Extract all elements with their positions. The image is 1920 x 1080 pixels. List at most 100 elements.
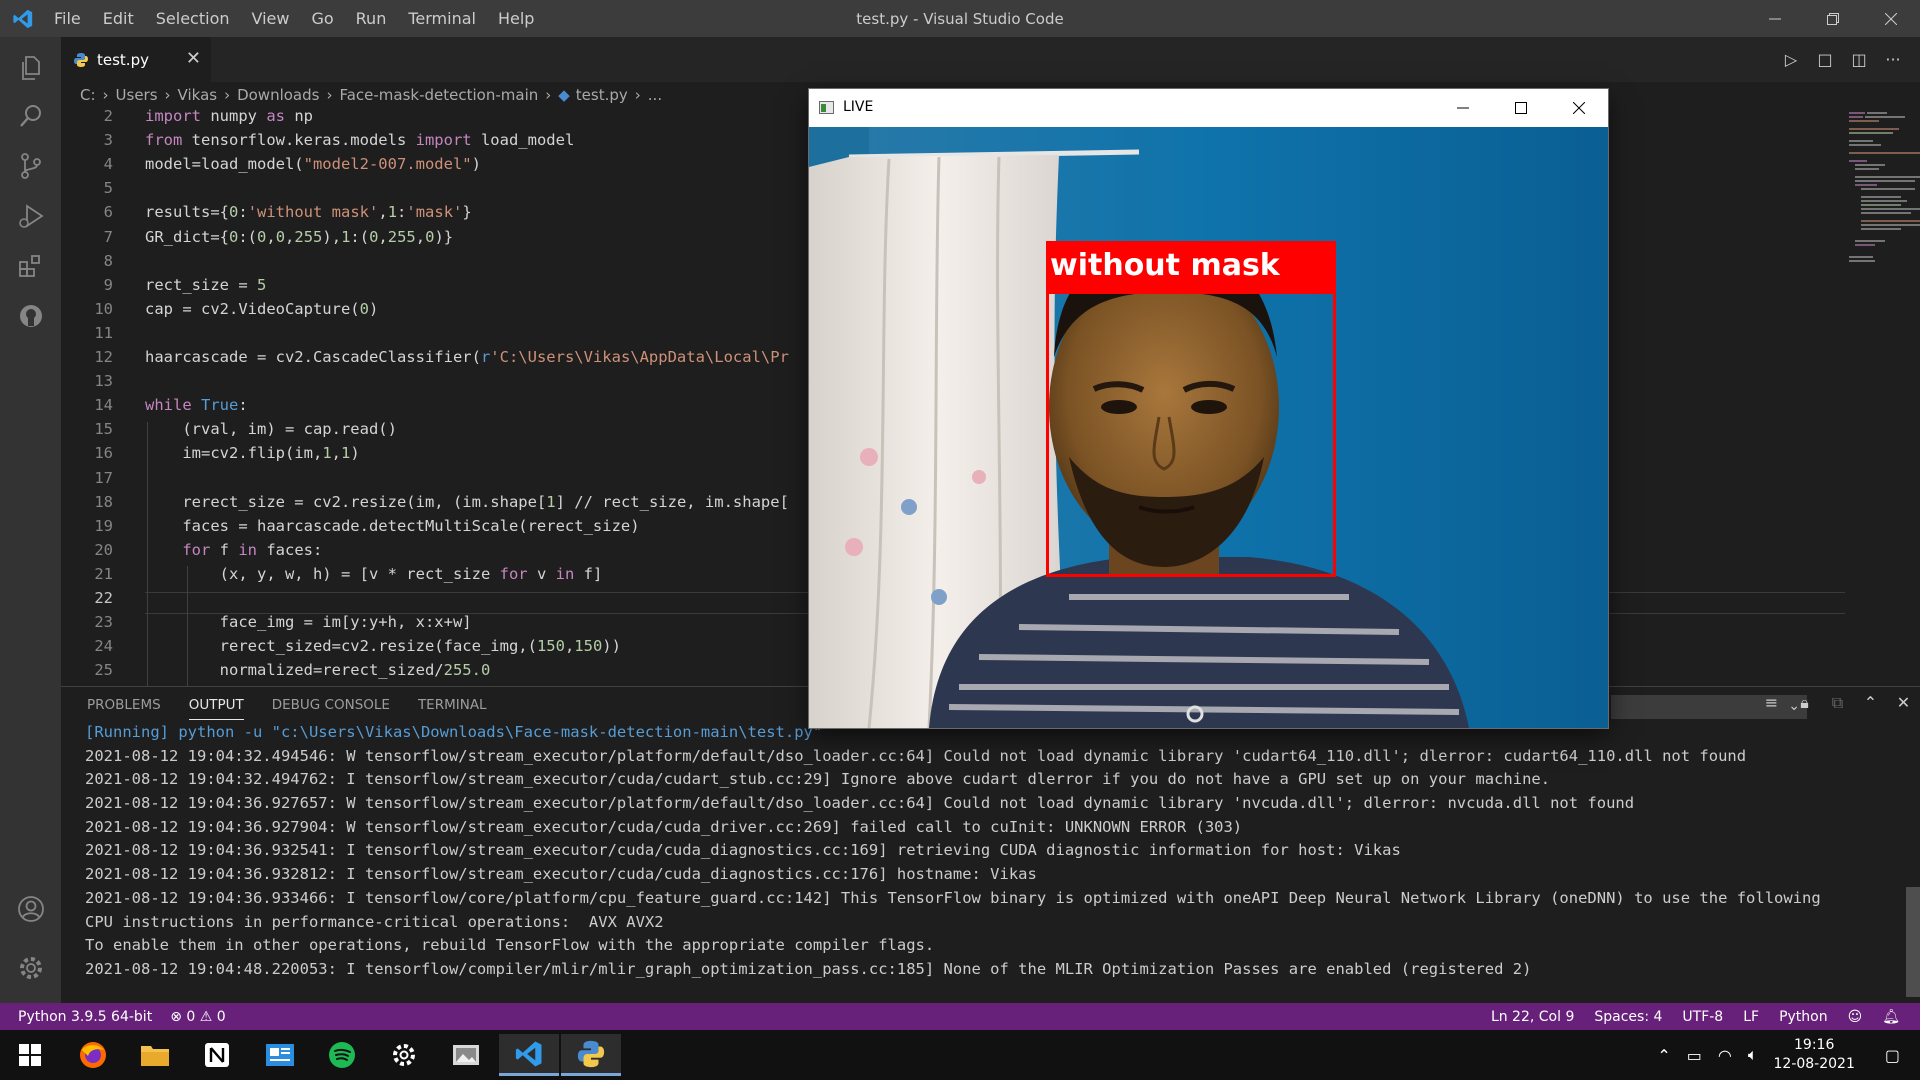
start-windows-icon[interactable] (0, 1034, 60, 1076)
code-token: rect_size = (145, 275, 257, 294)
live-camera-window[interactable]: LIVE without mask (809, 89, 1608, 728)
run-file-icon[interactable]: ▷ (1774, 50, 1808, 69)
menu-selection[interactable]: Selection (156, 9, 230, 28)
code-token: as (266, 107, 285, 125)
output-log[interactable]: [Running] python -u "c:\Users\Vikas\Down… (85, 721, 1915, 982)
wifi-icon[interactable]: ◠ (1718, 1046, 1732, 1065)
battery-icon[interactable]: ▭ (1687, 1046, 1702, 1065)
maximize-panel-icon[interactable]: ⌃ (1854, 693, 1887, 713)
breadcrumb-item[interactable]: test.py (576, 86, 628, 104)
feedback-icon[interactable]: ☺ (1848, 1009, 1863, 1025)
close-icon (1573, 102, 1585, 114)
restore-button[interactable] (1804, 0, 1862, 37)
close-panel-icon[interactable]: ✕ (1887, 693, 1920, 713)
live-minimize-button[interactable] (1434, 89, 1492, 127)
notifications-icon[interactable]: ▢ (1885, 1046, 1900, 1065)
code-token: from (145, 131, 183, 150)
python-interpreter[interactable]: Python 3.9.5 64-bit (18, 1009, 152, 1025)
line-number: 16 (94, 444, 113, 463)
vscode-taskbar-icon[interactable] (499, 1034, 559, 1076)
settings-gear-icon[interactable] (374, 1034, 434, 1076)
github-icon[interactable] (14, 299, 48, 333)
line-number: 10 (94, 299, 113, 318)
split-editor-icon[interactable]: ◫ (1842, 50, 1876, 69)
tab-terminal[interactable]: TERMINAL (418, 697, 487, 720)
breadcrumb: C: › Users › Vikas › Downloads › Face-mask-d… (80, 84, 662, 106)
code-token: , (266, 227, 276, 246)
code-token: : (238, 396, 248, 415)
accounts-icon[interactable] (14, 892, 48, 926)
cursor-position[interactable]: Ln 22, Col 9 (1491, 1009, 1574, 1025)
code-text: rerect_size = cv2.resize(im, (im.shape[1… (145, 490, 789, 514)
clear-output-icon[interactable]: ≡ (1755, 693, 1788, 713)
window-app-icon (819, 101, 834, 114)
live-maximize-button[interactable] (1492, 89, 1550, 127)
menu-run[interactable]: Run (356, 9, 387, 28)
notifications-bell-icon[interactable]: 🔔︎ (1882, 1009, 1900, 1025)
line-number: 15 (94, 420, 113, 439)
file-explorer-icon[interactable] (125, 1034, 185, 1076)
menu-file[interactable]: File (54, 9, 81, 28)
breadcrumb-item[interactable]: C: (80, 86, 96, 104)
more-actions-icon[interactable]: ··· (1876, 50, 1910, 69)
line-number: 11 (94, 323, 113, 342)
tab-output[interactable]: OUTPUT (188, 697, 244, 720)
title-bar: File Edit Selection View Go Run Terminal… (0, 0, 1920, 37)
firefox-icon[interactable] (63, 1034, 123, 1076)
menu-terminal[interactable]: Terminal (408, 9, 476, 28)
language-mode[interactable]: Python (1779, 1009, 1828, 1025)
line-number: 21 (94, 564, 113, 583)
spotify-icon[interactable] (312, 1034, 372, 1076)
line-number: 18 (94, 492, 113, 511)
breadcrumb-item[interactable]: Vikas (178, 86, 218, 104)
breadcrumb-item[interactable]: ... (648, 86, 662, 104)
output-line: 2021-08-12 19:04:48.220053: I tensorflow… (85, 959, 1532, 978)
live-window-titlebar[interactable]: LIVE (809, 89, 1608, 127)
tab-problems[interactable]: PROBLEMS (87, 697, 161, 720)
close-window-button[interactable] (1862, 0, 1920, 37)
menu-view[interactable]: View (252, 9, 290, 28)
menu-go[interactable]: Go (311, 9, 333, 28)
line-number: 19 (94, 516, 113, 535)
menu-edit[interactable]: Edit (103, 9, 134, 28)
indentation[interactable]: Spaces: 4 (1594, 1009, 1662, 1025)
menu-bar: File Edit Selection View Go Run Terminal… (54, 0, 556, 37)
volume-icon[interactable]: 🔈︎ (1748, 1045, 1758, 1065)
search-icon[interactable] (14, 99, 48, 133)
notion-icon[interactable] (187, 1034, 247, 1076)
code-token: face_img = im[y:y+h, x:x+w] (145, 613, 472, 632)
run-debug-icon[interactable] (14, 199, 48, 233)
minimap[interactable] (1845, 110, 1920, 685)
code-text: model=load_model("model2-007.model") (145, 152, 481, 176)
live-close-button[interactable] (1550, 89, 1608, 127)
code-token: : (238, 203, 248, 222)
settings-gear-icon[interactable] (14, 951, 48, 985)
tab-test-py[interactable]: test.py ✕ (61, 37, 211, 82)
panel-scrollbar[interactable] (1906, 887, 1920, 997)
explorer-icon[interactable] (14, 51, 48, 85)
stop-icon[interactable]: □ (1808, 50, 1842, 69)
minimize-button[interactable] (1746, 0, 1804, 37)
open-log-icon[interactable]: ⧉ (1821, 693, 1854, 713)
extensions-icon[interactable] (14, 249, 48, 283)
breadcrumb-item[interactable]: Face-mask-detection-main (339, 86, 538, 104)
line-ending[interactable]: LF (1743, 1009, 1759, 1025)
code-token: 1 (546, 492, 556, 511)
tab-close-icon[interactable]: ✕ (186, 48, 201, 69)
encoding[interactable]: UTF-8 (1682, 1009, 1723, 1025)
lock-scroll-icon[interactable]: 🔒︎ (1788, 693, 1821, 713)
tab-debug-console[interactable]: DEBUG CONSOLE (272, 697, 390, 720)
line-number: 25 (94, 661, 113, 680)
photos-app-icon[interactable] (436, 1034, 496, 1076)
news-app-icon[interactable] (250, 1034, 310, 1076)
breadcrumb-item[interactable]: Users (116, 86, 158, 104)
clock[interactable]: 19:16 12-08-2021 (1774, 1036, 1855, 1074)
source-control-icon[interactable] (14, 149, 48, 183)
code-text: rerect_sized=cv2.resize(face_img,(150,15… (145, 634, 621, 658)
menu-help[interactable]: Help (498, 9, 534, 28)
breadcrumb-item[interactable]: Downloads (237, 86, 319, 104)
problems-count[interactable]: ⊗ 0 ⚠ 0 (170, 1009, 225, 1025)
chevron-up-icon[interactable]: ⌃ (1657, 1046, 1670, 1065)
python-app-icon[interactable] (561, 1034, 621, 1076)
